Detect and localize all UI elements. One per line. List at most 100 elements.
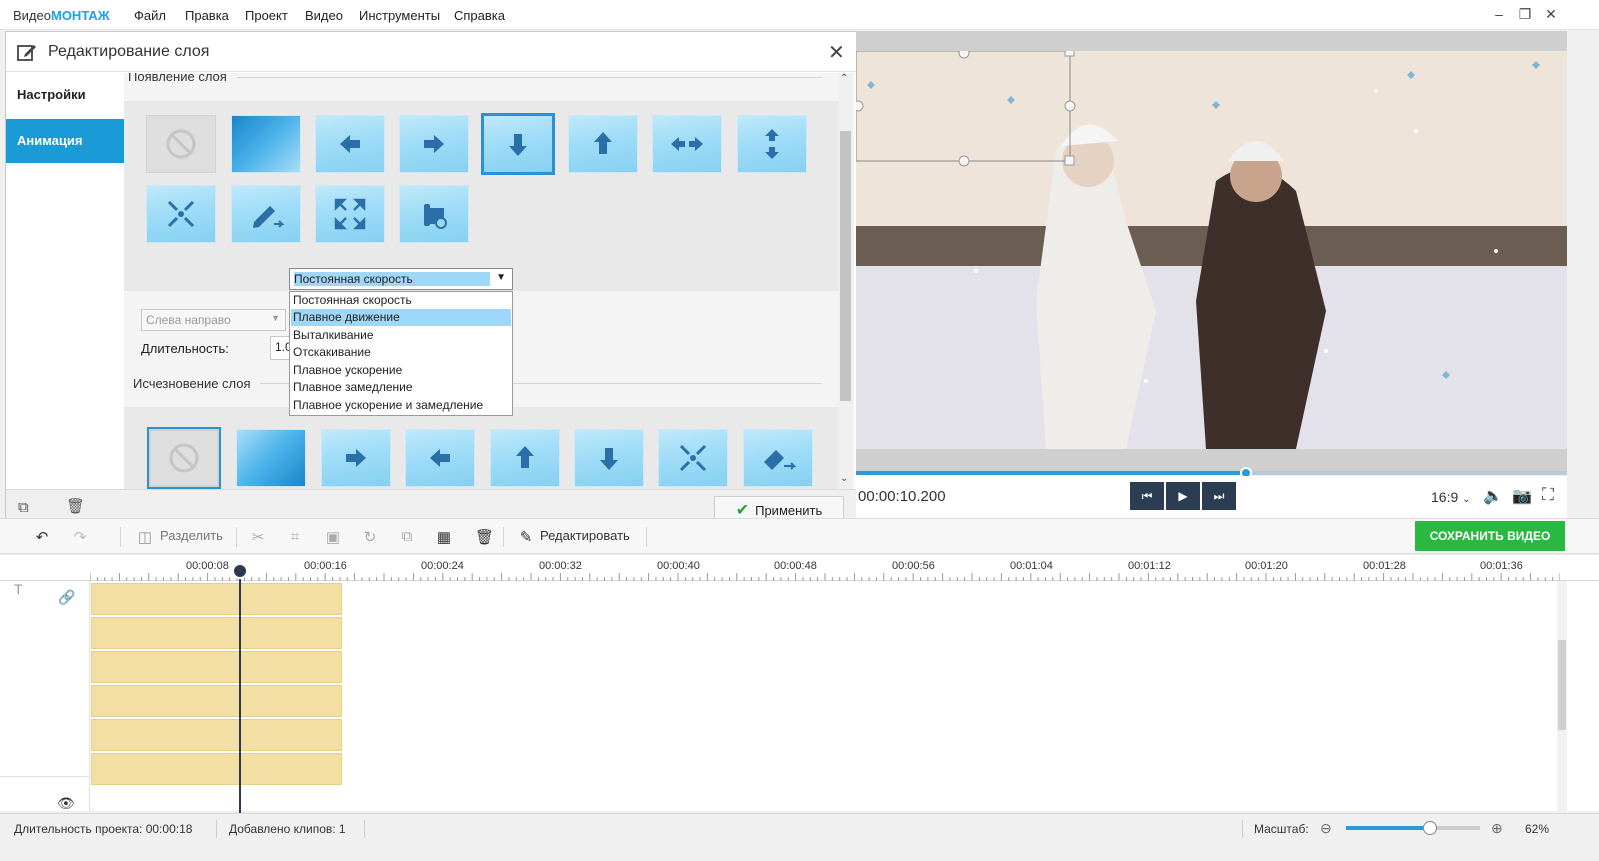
playhead-handle[interactable] [232, 563, 248, 579]
prev-frame-button[interactable]: ⏮ [1130, 482, 1164, 510]
maximize-icon[interactable]: ❐ [1515, 6, 1535, 24]
timeline-scroll-thumb[interactable] [1558, 640, 1566, 730]
anim-none-tile[interactable] [146, 115, 216, 173]
speed-select[interactable]: Постоянная скорость ▼ [289, 268, 513, 290]
menu-edit[interactable]: Правка [185, 8, 229, 23]
text-track-icon: T [14, 581, 23, 597]
tick-label: 00:00:40 [657, 560, 700, 572]
effect-clip[interactable] [91, 719, 342, 751]
tick-label: 00:01:28 [1363, 560, 1406, 572]
scrollbar-thumb[interactable] [840, 131, 851, 401]
speed-option[interactable]: Выталкивание [291, 327, 511, 344]
anim-horizontal-tile[interactable] [652, 115, 722, 173]
preview-image [856, 46, 1567, 449]
speed-option[interactable]: Плавное ускорение [291, 362, 511, 379]
disappear-left-tile[interactable] [405, 429, 475, 487]
menu-help[interactable]: Справка [454, 8, 505, 23]
disappear-up-tile[interactable] [490, 429, 560, 487]
chevron-up-icon[interactable]: ⌃ [840, 73, 848, 84]
disappear-fade-tile[interactable] [236, 429, 306, 487]
zoom-slider-knob[interactable] [1423, 821, 1437, 835]
no-animation-icon [166, 129, 196, 159]
edit-icon [17, 45, 36, 61]
video-preview[interactable] [856, 31, 1567, 471]
link-icon[interactable]: 🔗 [58, 589, 75, 606]
speed-option[interactable]: Плавное движение [291, 309, 511, 326]
tick-label: 00:00:24 [421, 560, 464, 572]
anim-vertical-tile[interactable] [737, 115, 807, 173]
tick-label: 00:01:04 [1010, 560, 1053, 572]
aspect-ratio-select[interactable]: 16:9 ⌄ [1431, 489, 1471, 505]
cut-icon[interactable]: ✂ [249, 528, 267, 546]
arrow-down-icon [509, 134, 527, 156]
effect-clip[interactable] [91, 617, 342, 649]
disappear-title: Исчезновение слоя [133, 376, 251, 391]
effect-clip[interactable] [91, 651, 342, 683]
zoom-label: Масштаб: [1254, 822, 1309, 836]
preview-scene [856, 46, 1567, 449]
anim-draw-tile[interactable] [231, 185, 301, 243]
redo-icon[interactable]: ↷ [71, 528, 89, 546]
effect-clip[interactable] [91, 685, 342, 717]
add-clip-icon[interactable]: ▦ [435, 528, 453, 546]
camera-icon[interactable]: 📷 [1512, 486, 1532, 506]
close-icon[interactable]: ✕ [828, 40, 845, 65]
disappear-none-tile[interactable] [147, 427, 221, 489]
save-video-button[interactable]: СОХРАНИТЬ ВИДЕО [1415, 521, 1565, 551]
disappear-erase-tile[interactable] [743, 429, 813, 487]
speed-option[interactable]: Постоянная скорость [291, 292, 511, 309]
divider [120, 527, 121, 547]
arrow-up-icon [594, 132, 612, 154]
play-button[interactable]: ▶ [1166, 482, 1200, 510]
zoom-out-icon[interactable]: ⊖ [1320, 820, 1332, 837]
effect-clip[interactable] [91, 753, 342, 785]
copy-icon[interactable]: ⧉ [18, 499, 29, 516]
anim-grow-tile[interactable] [315, 185, 385, 243]
frame-icon[interactable]: ▣ [324, 528, 342, 546]
disappear-shrink-tile[interactable] [658, 429, 728, 487]
tab-settings[interactable]: Настройки [6, 73, 124, 117]
menu-file[interactable]: Файл [134, 8, 166, 23]
direction-select[interactable]: Слева направо ▼ [141, 309, 286, 331]
anim-right-tile[interactable] [399, 115, 469, 173]
delete-icon[interactable]: 🗑 [475, 528, 494, 546]
effect-clip[interactable] [91, 583, 342, 615]
split-button[interactable]: Разделить [160, 528, 223, 543]
fullscreen-icon[interactable]: ⛶ [1542, 485, 1554, 505]
anim-down-tile[interactable] [481, 113, 555, 175]
menu-video[interactable]: Видео [305, 8, 343, 23]
divider [503, 527, 504, 547]
anim-left-tile[interactable] [315, 115, 385, 173]
close-window-icon[interactable]: ✕ [1541, 6, 1561, 24]
anim-fade-tile[interactable] [231, 115, 301, 173]
next-frame-button[interactable]: ⏭ [1202, 482, 1236, 510]
crop-icon[interactable]: ⌗ [286, 528, 304, 546]
playback-progress [856, 471, 1245, 475]
anim-unroll-tile[interactable] [399, 185, 469, 243]
duration-label: Длительность: [141, 341, 229, 356]
disappear-down-tile[interactable] [574, 429, 644, 487]
edit-button[interactable]: Редактировать [540, 528, 630, 543]
menu-project[interactable]: Проект [245, 8, 288, 23]
menu-tools[interactable]: Инструменты [359, 8, 440, 23]
chevron-down-icon: ▼ [496, 272, 506, 283]
speed-option[interactable]: Отскакивание [291, 344, 511, 361]
divider [364, 820, 365, 838]
chevron-down-icon[interactable]: ⌄ [840, 473, 848, 484]
speed-option[interactable]: Плавное ускорение и замедление [291, 397, 511, 414]
arrow-down-icon [600, 448, 618, 470]
speed-option[interactable]: Плавное замедление [291, 379, 511, 396]
tab-animation[interactable]: Анимация [6, 119, 124, 163]
trash-icon[interactable]: 🗑 [66, 497, 85, 515]
playhead-line [239, 568, 241, 813]
zoom-in-icon[interactable]: ⊕ [1491, 820, 1503, 837]
volume-icon[interactable]: 🔈 [1483, 486, 1503, 506]
anim-up-tile[interactable] [568, 115, 638, 173]
undo-icon[interactable]: ↶ [33, 528, 51, 546]
duplicate-icon[interactable]: ⧉ [398, 528, 416, 546]
minimize-icon[interactable]: – [1489, 6, 1509, 24]
disappear-right-tile[interactable] [321, 429, 391, 487]
eye-icon[interactable]: 👁 [57, 795, 75, 812]
rotate-icon[interactable]: ↻ [361, 528, 379, 546]
anim-shrink-tile[interactable] [146, 185, 216, 243]
